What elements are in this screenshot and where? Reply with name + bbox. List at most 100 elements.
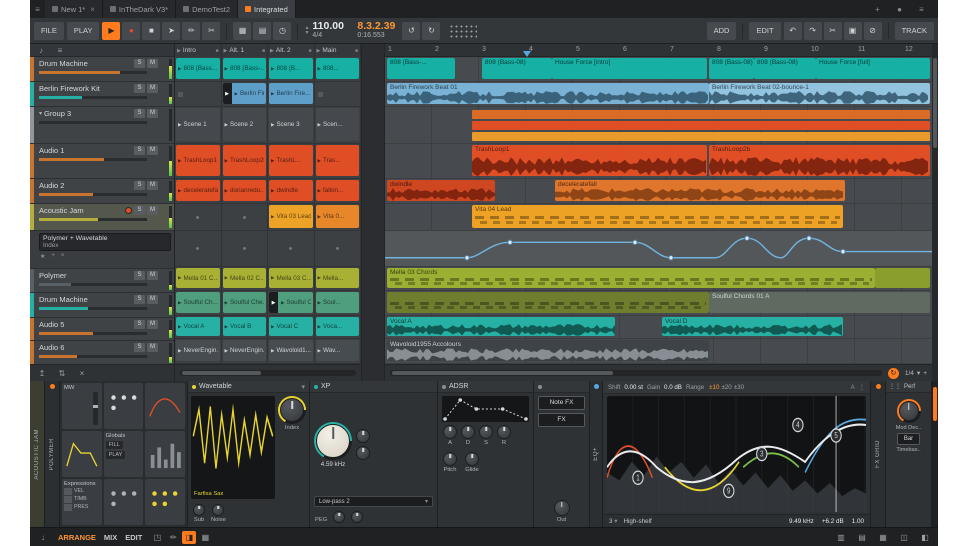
clip-slot[interactable]: ▶808 (Bass-... xyxy=(222,57,268,82)
bar-button[interactable]: Bar xyxy=(897,433,920,445)
time-display[interactable]: 0:16.553 xyxy=(357,32,399,40)
mute-button[interactable]: M xyxy=(147,109,158,118)
fill-button[interactable]: FILL xyxy=(106,441,123,449)
file-button[interactable]: FILE xyxy=(34,22,64,40)
solo-button[interactable]: S xyxy=(134,206,145,215)
time-signature[interactable]: 4/4 xyxy=(312,32,354,40)
track-row[interactable]: Audio 1SM xyxy=(30,144,174,179)
clip-slot[interactable]: ▶Mella 03 C... xyxy=(268,267,314,291)
expression-row[interactable]: TIMB xyxy=(64,496,100,503)
eq-vertical-tab[interactable]: EQ+ xyxy=(590,381,603,527)
record-button[interactable]: ● xyxy=(122,22,140,40)
env-power-icon[interactable] xyxy=(442,385,446,389)
note-fx-button[interactable]: Note FX xyxy=(538,396,585,410)
arranger-clip[interactable]: Wavoloid1955 Accolours xyxy=(387,340,709,361)
mix-view-button[interactable]: MIX xyxy=(104,533,117,542)
out-knob[interactable] xyxy=(554,500,570,516)
scene-header[interactable]: ▶Alt. 2■ xyxy=(268,44,314,57)
solo-button[interactable]: S xyxy=(134,343,145,352)
sub-knob[interactable] xyxy=(193,504,205,516)
mod-random-tile[interactable] xyxy=(104,479,144,525)
mute-button[interactable]: M xyxy=(147,320,158,329)
arranger-clip[interactable]: TrashLoop1 xyxy=(472,145,707,176)
mod-steps-tile[interactable] xyxy=(145,431,185,477)
launcher-clip[interactable]: ▶Berlin Fire... xyxy=(269,83,313,104)
arranger-clip[interactable] xyxy=(875,268,930,288)
add-device-icon[interactable]: + xyxy=(51,253,55,260)
mute-button[interactable]: M xyxy=(147,295,158,304)
arranger-clip[interactable]: Vita 04 Lead xyxy=(472,205,843,228)
clip-slot[interactable] xyxy=(175,82,221,107)
add-track-icon[interactable]: ♪ xyxy=(34,44,48,57)
clip-slot[interactable]: ▶Vita 03 Lead xyxy=(268,204,314,231)
solo-button[interactable]: S xyxy=(134,295,145,304)
clip-slot[interactable]: ▶Mella 02 C... xyxy=(222,267,268,291)
clip-slot[interactable] xyxy=(222,204,268,231)
filter-power-icon[interactable] xyxy=(314,385,318,389)
track-list-icon[interactable]: ≡ xyxy=(53,44,67,57)
mute-button[interactable]: M xyxy=(147,146,158,155)
clip-slot[interactable]: ▶Vocal C xyxy=(268,316,314,339)
launcher-clip[interactable]: ▶808 (Bass-... xyxy=(223,58,267,79)
mod-dots-tile[interactable] xyxy=(104,383,144,429)
clip-slot[interactable]: ▶NeverEngin... xyxy=(222,339,268,364)
clip-slot[interactable]: ▶808... xyxy=(315,57,361,82)
clip-slot[interactable]: ▶Scen... xyxy=(315,107,361,144)
expressions-tile[interactable]: Expressions VELTIMBPRES xyxy=(62,479,102,525)
eq-db-value[interactable]: +6.2 dB xyxy=(822,518,844,525)
env-knob-r[interactable] xyxy=(497,425,511,439)
eq-solo-icon[interactable]: A xyxy=(851,384,855,391)
env-knob-d[interactable] xyxy=(461,425,475,439)
pads-view-icon[interactable]: ▦ xyxy=(233,22,251,40)
play-menu-button[interactable]: PLAY xyxy=(67,22,100,40)
clip-slot[interactable]: ▶Mella... xyxy=(315,267,361,291)
arranger-clip[interactable]: Vocal D xyxy=(662,317,843,336)
filter-mode-select[interactable]: Low-pass 2▾ xyxy=(314,496,433,507)
clip-slot[interactable]: ▶Scene 1 xyxy=(175,107,221,144)
mute-button[interactable]: M xyxy=(147,181,158,190)
peg-time-knob[interactable] xyxy=(351,511,363,523)
clip-launcher-toggle-icon[interactable]: ◨ xyxy=(182,531,196,544)
launcher-clip[interactable]: ▶Vocal C xyxy=(269,317,313,336)
loop-icon[interactable]: ↺ xyxy=(402,22,420,40)
solo-button[interactable]: S xyxy=(134,146,145,155)
track-row[interactable]: ▾Group 3SM xyxy=(30,107,174,144)
arranger-clip[interactable]: Berlin Firework Beat 02-bounce-1 xyxy=(709,83,930,104)
launcher-clip[interactable]: ▶Soulful Ch... xyxy=(176,292,220,313)
clip-slot[interactable]: ▶TrashLoop1 xyxy=(175,144,221,179)
expression-row[interactable]: PRES xyxy=(64,504,100,511)
clip-slot[interactable]: ▶Scene 3 xyxy=(268,107,314,144)
launcher-clip[interactable]: ▶NeverEngin... xyxy=(223,340,267,361)
knife-tool-icon[interactable]: ✂ xyxy=(202,22,220,40)
solo-button[interactable]: S xyxy=(134,181,145,190)
solo-button[interactable]: S xyxy=(134,271,145,280)
track-row[interactable]: Berlin Firework KitSM xyxy=(30,82,174,107)
arranger-clip[interactable] xyxy=(387,292,709,313)
arranger-clip[interactable]: 808 (Bass-... xyxy=(387,58,455,79)
fx-grid-vertical-tab[interactable]: FX GRID xyxy=(871,381,886,527)
clip-slot[interactable]: ▶Tras... xyxy=(315,144,361,179)
launcher-clip[interactable]: ▶Mella... xyxy=(316,268,360,288)
device-panel-scrollbar[interactable] xyxy=(932,381,938,527)
launcher-clip[interactable]: ▶Vocal B xyxy=(223,317,267,336)
clip-slot[interactable]: ▶Vita 0... xyxy=(315,204,361,231)
browser-panel-icon[interactable]: ◫ xyxy=(897,531,911,544)
launcher-clip[interactable]: ▶Mella 02 C... xyxy=(223,268,267,288)
launcher-clip[interactable]: ▶808 (Bass... xyxy=(176,58,220,79)
launcher-clip[interactable]: ▶Scene 1 xyxy=(176,108,220,141)
position-display[interactable]: 8.3.2.39 xyxy=(357,21,399,32)
delete-icon[interactable]: ⊘ xyxy=(864,22,882,40)
eq-shift-value[interactable]: 0.00 st xyxy=(624,384,643,391)
scene-header[interactable]: ▶Alt. 1■ xyxy=(222,44,268,57)
keys-view-icon[interactable]: ▤ xyxy=(253,22,271,40)
pitch-knob[interactable] xyxy=(443,452,457,466)
zoom-widget[interactable]: 1/4 ▾ + xyxy=(905,369,927,377)
add-tab-icon[interactable]: + xyxy=(870,5,885,14)
arranger-hscrollbar[interactable] xyxy=(390,370,882,376)
play-mode-button[interactable]: PLAY xyxy=(106,451,126,459)
arranger-clip[interactable]: 808 (Bass-08) xyxy=(754,58,816,79)
clip-slot[interactable]: ▶Berlin Fire... xyxy=(222,82,268,107)
clip-slot[interactable]: ▶Vocal A xyxy=(175,316,221,339)
clip-slot[interactable]: ▶Soulful Che... xyxy=(222,291,268,316)
clip-slot[interactable]: ▶Vocal B xyxy=(222,316,268,339)
